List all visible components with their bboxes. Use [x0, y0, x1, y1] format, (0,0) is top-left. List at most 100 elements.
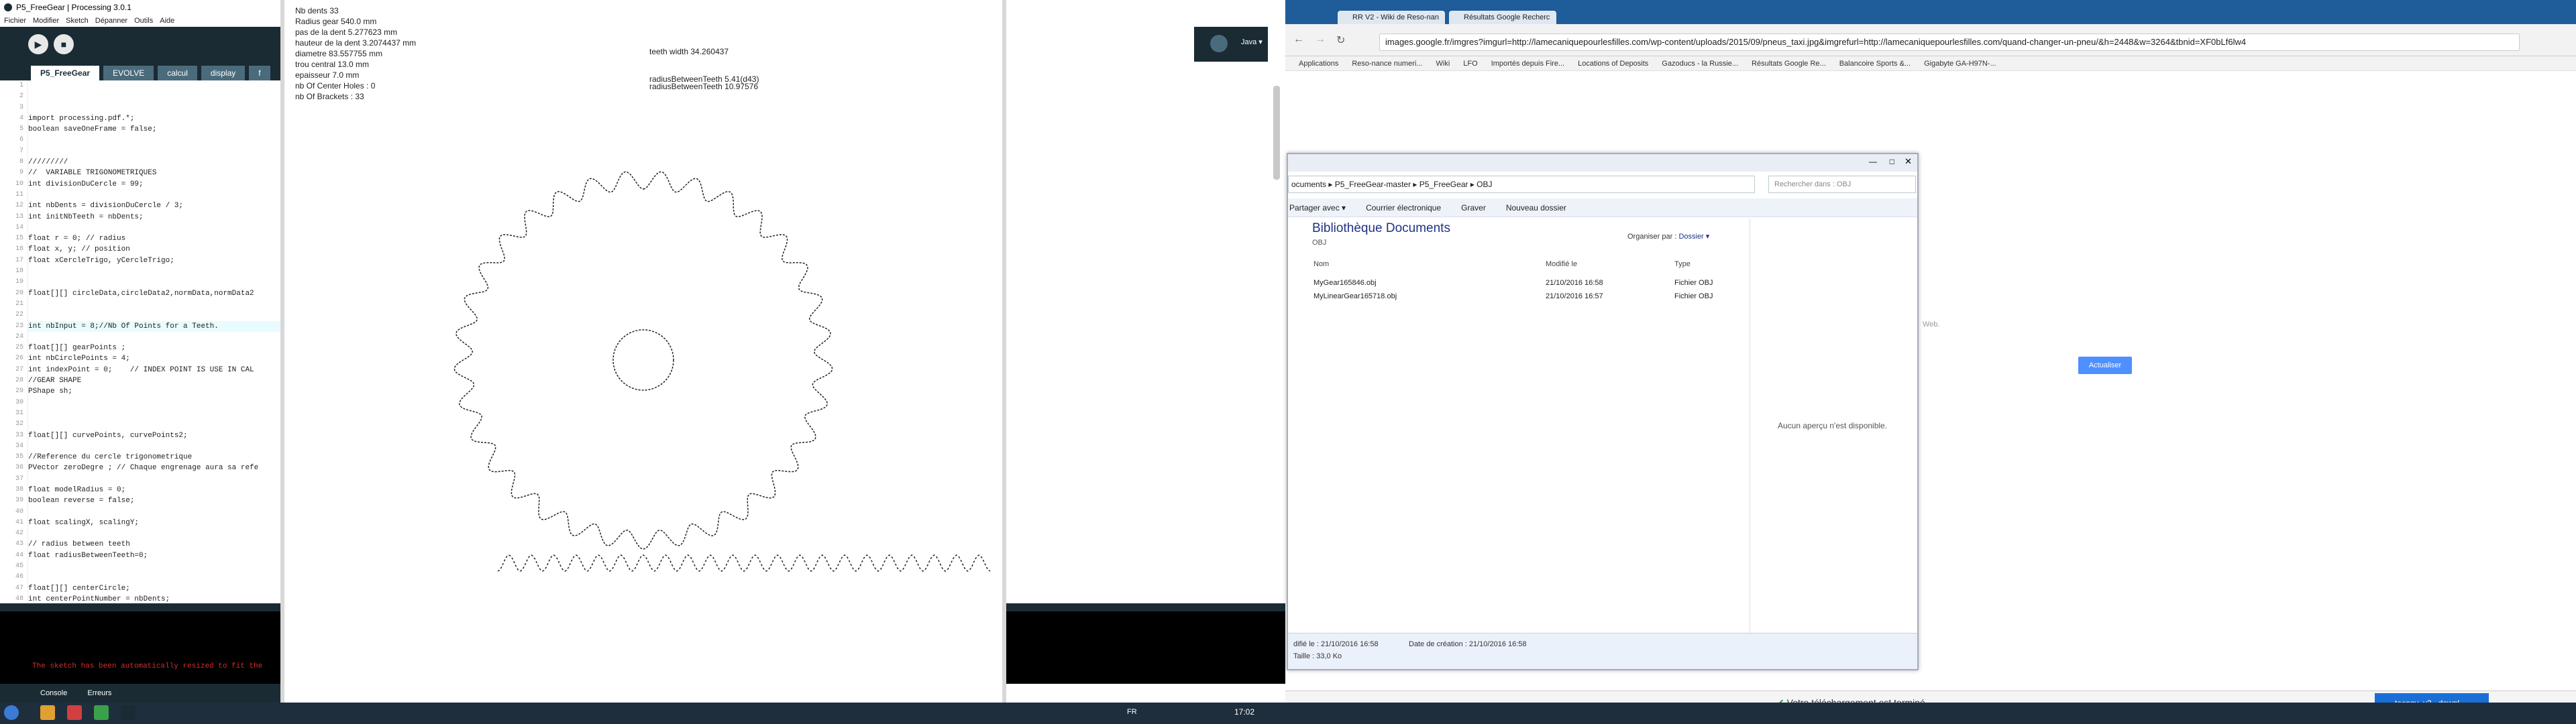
bookmark-5[interactable]: Locations of Deposits [1578, 60, 1648, 68]
bookmark-8[interactable]: Balancoire Sports &... [1839, 60, 1911, 68]
maximize-icon[interactable]: □ [1890, 157, 1894, 166]
language-indicator[interactable]: FR [1127, 708, 1137, 716]
tab-wiki[interactable]: RR V2 - Wiki de Reso-nan [1338, 11, 1445, 24]
code-line[interactable]: boolean saveOneFrame = false; [28, 124, 282, 135]
stop-button[interactable]: ■ [54, 34, 74, 54]
code-line[interactable] [28, 398, 282, 408]
code-line[interactable] [28, 507, 282, 518]
code-line[interactable]: ///////// [28, 157, 282, 168]
code-line[interactable]: int indexPoint = 0; // INDEX POINT IS US… [28, 365, 282, 375]
email-button[interactable]: Courrier électronique [1366, 203, 1441, 213]
code-line[interactable] [28, 528, 282, 539]
refresh-button[interactable]: Actualiser [2078, 357, 2132, 374]
code-line[interactable]: //GEAR SHAPE [28, 375, 282, 386]
console-tab[interactable]: Console [40, 689, 67, 697]
debug-icon[interactable] [1210, 35, 1228, 52]
tab-calcul[interactable]: calcul [158, 66, 197, 80]
file-row[interactable]: MyLinearGear165718.obj 21/10/2016 16:57 … [1312, 290, 1747, 303]
code-line[interactable]: float r = 0; // radius [28, 233, 282, 244]
run-button[interactable]: ▶ [28, 34, 48, 54]
reload-icon[interactable]: ↻ [1336, 34, 1345, 47]
code-line[interactable]: int centerPointNumber = nbDents; [28, 594, 282, 603]
file-row[interactable]: MyGear165846.obj 21/10/2016 16:58 Fichie… [1312, 276, 1747, 290]
minimize-icon[interactable]: — [1869, 157, 1877, 166]
code-line[interactable]: float modelRadius = 0; [28, 485, 282, 495]
code-line[interactable] [28, 266, 282, 277]
errors-tab[interactable]: Erreurs [87, 689, 111, 697]
code-line[interactable]: // radius between teeth [28, 539, 282, 550]
code-line[interactable]: PVector zeroDegre ; // Chaque engrenage … [28, 463, 282, 473]
tab-google-results[interactable]: Résultats Google Recherc [1449, 11, 1556, 24]
bookmark-7[interactable]: Résultats Google Re... [1752, 60, 1826, 68]
code-line[interactable]: int nbDents = divisionDuCercle / 3; [28, 200, 282, 211]
code-line[interactable]: float[][] circleData,circleData2,normDat… [28, 288, 282, 299]
bookmark-6[interactable]: Gazoducs - la Russie... [1662, 60, 1738, 68]
code-line[interactable]: PShape sh; [28, 386, 282, 397]
start-button[interactable] [4, 705, 19, 720]
bookmark-4[interactable]: Importés depuis Fire... [1491, 60, 1564, 68]
menu-depanner[interactable]: Dépanner [95, 15, 127, 27]
menu-outils[interactable]: Outils [134, 15, 153, 27]
code-editor[interactable]: import processing.pdf.*; boolean saveOneF… [28, 80, 282, 603]
code-line[interactable]: float xCercleTrigo, yCercleTrigo; [28, 255, 282, 266]
menu-sketch[interactable]: Sketch [66, 15, 89, 27]
code-line[interactable] [28, 474, 282, 485]
bookmark-3[interactable]: LFO [1463, 60, 1477, 68]
taskbar-processing-icon[interactable] [121, 705, 136, 720]
editor-scrollbar[interactable] [1268, 27, 1285, 603]
code-line[interactable]: float[][] centerCircle; [28, 583, 282, 594]
code-line[interactable]: float x, y; // position [28, 244, 282, 255]
code-line[interactable]: //Reference du cercle trigonometrique [28, 452, 282, 463]
code-line[interactable]: int nbCirclePoints = 4; [28, 353, 282, 364]
code-line[interactable]: int divisionDuCercle = 99; [28, 179, 282, 190]
menu-fichier[interactable]: Fichier [4, 15, 26, 27]
code-line[interactable] [28, 561, 282, 572]
menu-modifier[interactable]: Modifier [33, 15, 59, 27]
tab-display[interactable]: display [201, 66, 246, 80]
code-line[interactable] [28, 299, 282, 310]
tab-f[interactable]: f [249, 66, 270, 80]
scroll-thumb[interactable] [1273, 86, 1280, 180]
code-line[interactable] [28, 135, 282, 145]
code-line[interactable] [28, 277, 282, 288]
column-name[interactable]: Nom [1313, 260, 1329, 268]
menu-aide[interactable]: Aide [160, 15, 174, 27]
code-line[interactable] [28, 190, 282, 200]
code-line[interactable]: // VARIABLE TRIGONOMETRIQUES [28, 168, 282, 178]
code-line[interactable] [28, 80, 282, 91]
forward-icon[interactable]: → [1315, 34, 1326, 46]
taskbar-chrome-icon[interactable] [94, 705, 109, 720]
organize-dropdown[interactable]: Dossier ▾ [1678, 233, 1709, 241]
code-line[interactable]: float scalingX, scalingY; [28, 518, 282, 528]
new-folder-button[interactable]: Nouveau dossier [1506, 203, 1566, 213]
code-line[interactable]: float[][] gearPoints ; [28, 343, 282, 353]
code-line[interactable] [28, 419, 282, 430]
mode-selector[interactable]: Java ▾ [1241, 38, 1263, 46]
explorer-search-input[interactable]: Rechercher dans : OBJ [1768, 176, 1916, 193]
code-line[interactable] [28, 91, 282, 102]
bookmark-9[interactable]: Gigabyte GA-H97N-... [1924, 60, 1996, 68]
code-line[interactable] [28, 441, 282, 452]
code-line[interactable]: float[][] curvePoints, curvePoints2; [28, 430, 282, 441]
code-line[interactable] [28, 146, 282, 157]
tab-p5-freegear[interactable]: P5_FreeGear [31, 66, 100, 80]
code-line[interactable] [28, 310, 282, 320]
code-line[interactable] [28, 332, 282, 343]
burn-button[interactable]: Graver [1461, 203, 1486, 213]
address-bar[interactable]: images.google.fr/imgres?imgurl=http://la… [1379, 34, 2520, 51]
bookmark-0[interactable]: Applications [1299, 60, 1338, 68]
bookmark-1[interactable]: Reso-nance numeri... [1352, 60, 1422, 68]
column-type[interactable]: Type [1674, 260, 1690, 268]
column-modified[interactable]: Modifié le [1546, 260, 1577, 268]
code-line[interactable] [28, 223, 282, 233]
code-line[interactable] [28, 408, 282, 419]
taskbar-app-icon[interactable] [67, 705, 82, 720]
code-line[interactable]: int nbInput = 8;//Nb Of Points for a Tee… [28, 320, 282, 332]
code-line[interactable] [28, 572, 282, 583]
code-line[interactable]: float radiusBetweenTeeth=0; [28, 550, 282, 561]
code-line[interactable]: boolean reverse = false; [28, 495, 282, 506]
explorer-path-bar[interactable]: ocuments ▸ P5_FreeGear-master ▸ P5_FreeG… [1288, 176, 1755, 193]
taskbar-explorer-icon[interactable] [40, 705, 55, 720]
share-button[interactable]: Partager avec ▾ [1289, 203, 1346, 213]
bookmark-2[interactable]: Wiki [1436, 60, 1450, 68]
